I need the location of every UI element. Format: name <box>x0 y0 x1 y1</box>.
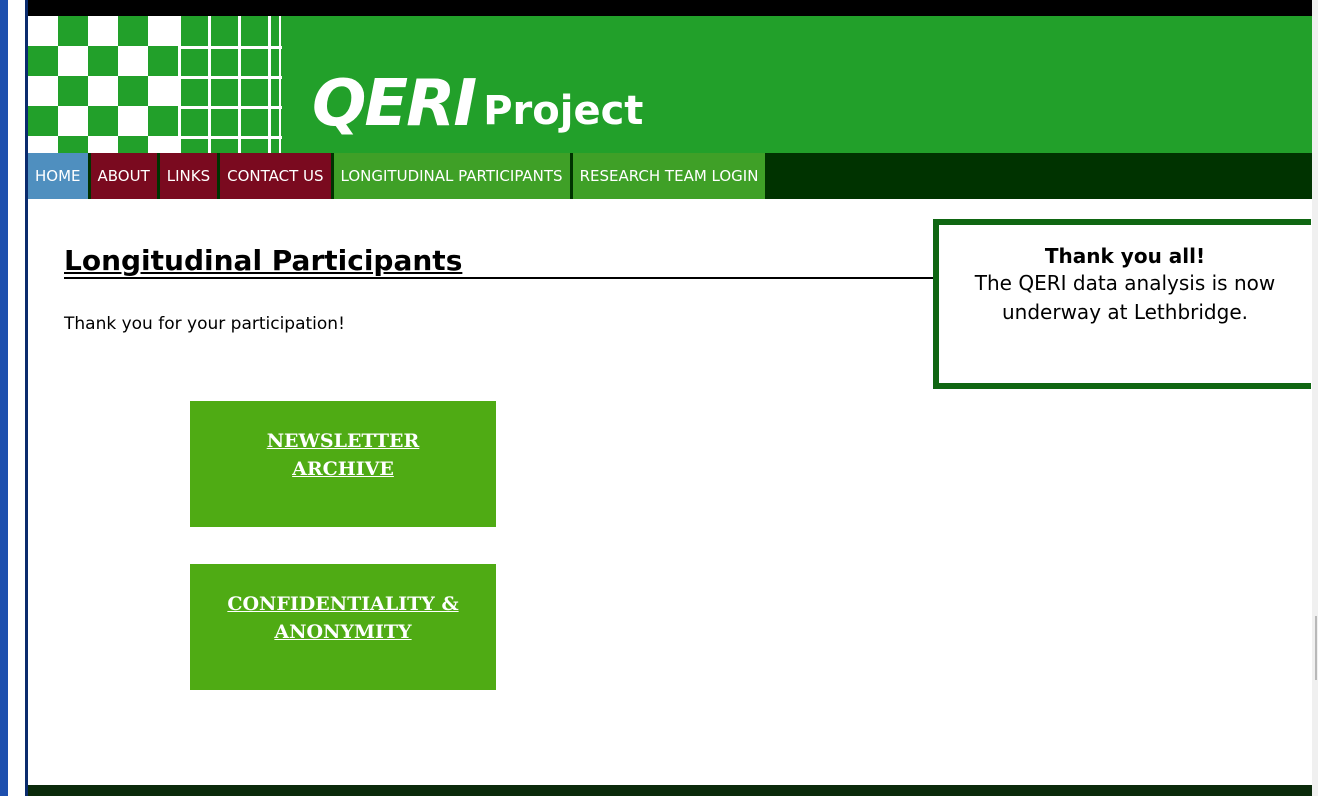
grid-line <box>178 106 282 109</box>
checkerboard-logo-pattern <box>28 16 282 153</box>
checker-square <box>28 76 58 106</box>
checker-square <box>58 46 88 76</box>
nav-item-research-team-login[interactable]: RESEARCH TEAM LOGIN <box>572 153 766 199</box>
site-header: QERI Project <box>28 16 1312 153</box>
grid-line <box>208 16 211 153</box>
notice-title: Thank you all! <box>1044 244 1206 268</box>
checker-square <box>28 16 58 46</box>
scrollbar[interactable] <box>1312 0 1318 796</box>
nav-item-contact-us[interactable]: CONTACT US <box>220 153 331 199</box>
confidentiality-anonymity-link[interactable]: CONFIDENTIALITY & ANONYMITY <box>213 590 473 646</box>
checker-square <box>148 136 178 153</box>
checker-square <box>118 106 148 136</box>
nav-item-longitudinal-participants[interactable]: LONGITUDINAL PARTICIPANTS <box>333 153 570 199</box>
window-top-bar <box>28 0 1318 16</box>
footer-bar <box>28 785 1312 796</box>
confidentiality-anonymity-tile[interactable]: CONFIDENTIALITY & ANONYMITY <box>190 564 496 690</box>
intro-text: Thank you for your participation! <box>64 314 345 334</box>
title-divider <box>64 277 934 279</box>
notice-body: The QERI data analysis is now underway a… <box>974 271 1276 324</box>
nav-item-about[interactable]: ABOUT <box>90 153 157 199</box>
grid-line <box>178 16 181 153</box>
site-logo[interactable]: QERI Project <box>312 52 643 136</box>
checker-square <box>88 136 118 153</box>
checker-square <box>118 46 148 76</box>
nav-item-links[interactable]: LINKS <box>159 153 218 199</box>
logo-mark: QERI <box>312 67 477 141</box>
nav-item-home[interactable]: HOME <box>28 153 88 199</box>
grid-line <box>178 46 282 49</box>
checker-square <box>88 16 118 46</box>
scrollbar-thumb[interactable] <box>1315 616 1317 680</box>
page-title: Longitudinal Participants <box>64 244 463 277</box>
checker-square <box>28 136 58 153</box>
logo-word: Project <box>483 88 644 134</box>
newsletter-archive-link[interactable]: NEWSLETTER ARCHIVE <box>213 427 473 483</box>
checker-square <box>88 76 118 106</box>
grid-line <box>268 16 271 153</box>
window-left-border <box>0 0 8 796</box>
grid-line <box>178 76 282 79</box>
nav-items: HOME ABOUT LINKS CONTACT US LONGITUDINAL… <box>28 153 768 199</box>
checker-square <box>58 106 88 136</box>
checker-square <box>148 16 178 46</box>
grid-line <box>279 16 281 153</box>
grid-line <box>238 16 241 153</box>
main-nav: HOME ABOUT LINKS CONTACT US LONGITUDINAL… <box>28 153 1312 199</box>
newsletter-archive-tile[interactable]: NEWSLETTER ARCHIVE <box>190 401 496 527</box>
grid-line <box>178 136 282 139</box>
notice-box: Thank you all! The QERI data analysis is… <box>933 219 1311 389</box>
browser-frame: QERI Project HOME ABOUT LINKS CONTACT US… <box>0 0 1318 796</box>
checker-square <box>148 76 178 106</box>
